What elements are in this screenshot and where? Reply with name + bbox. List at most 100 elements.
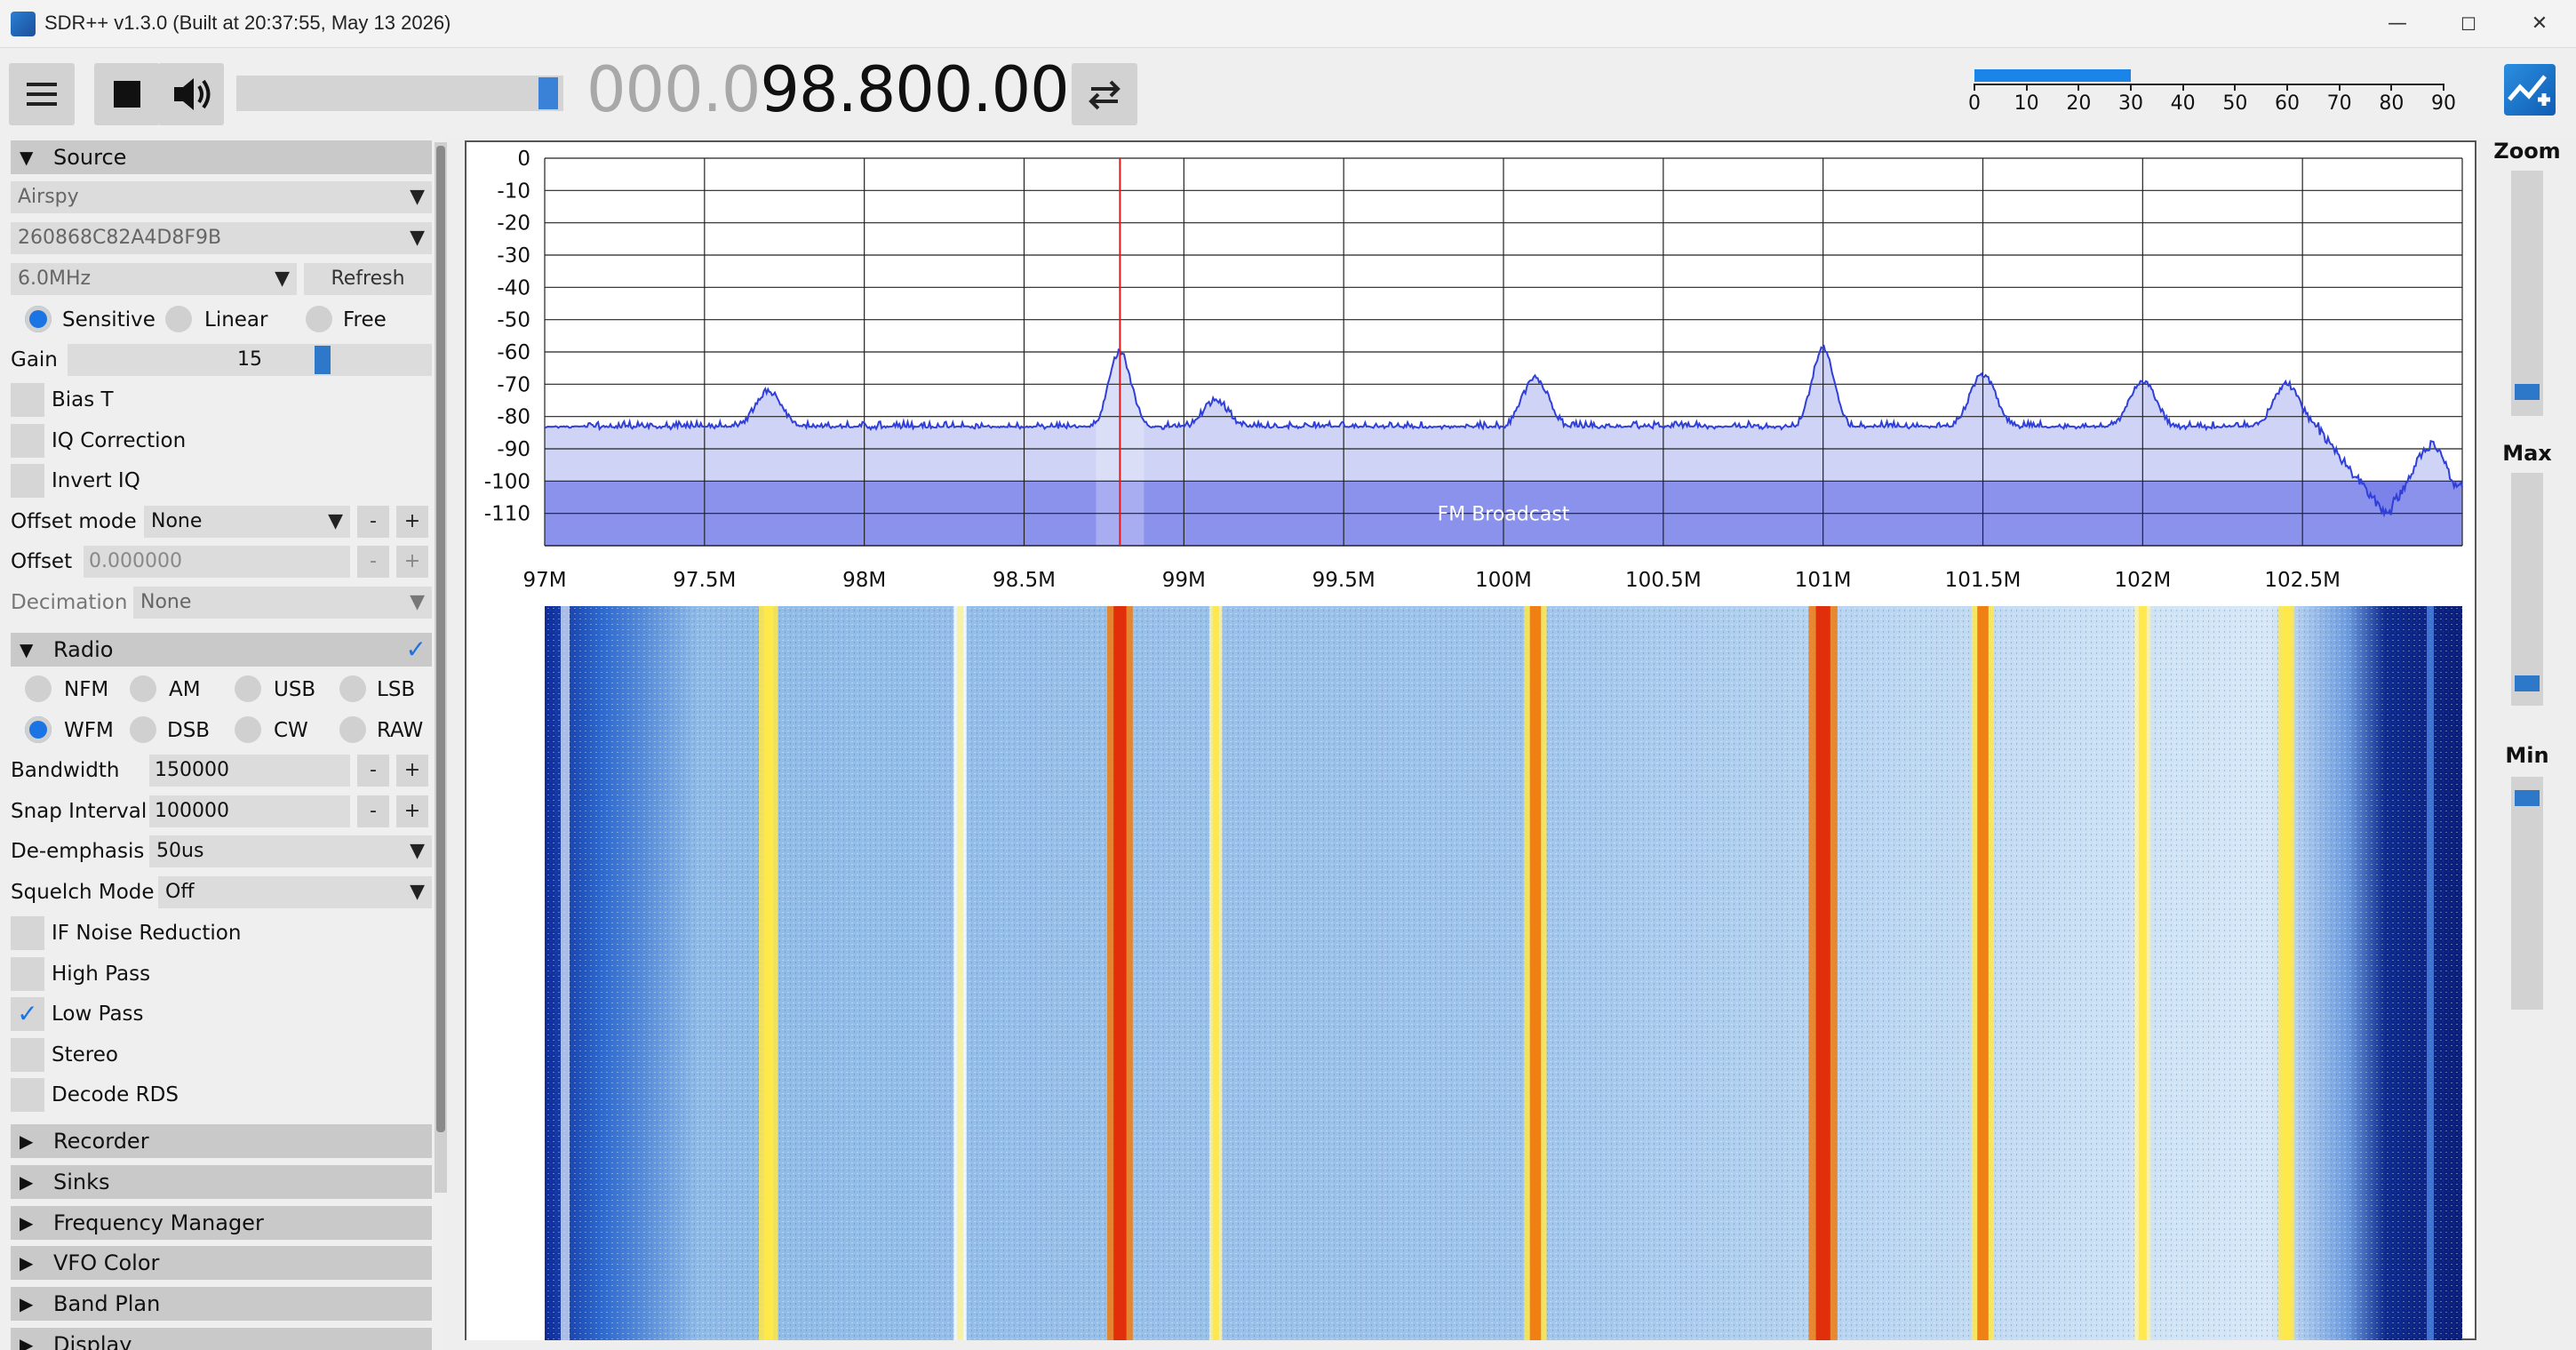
decode-rds-checkbox[interactable] [11, 1078, 44, 1112]
dropdown-arrow-icon: ▼ [410, 881, 425, 903]
mode-am-label: AM [169, 678, 201, 701]
minimize-button[interactable]: — [2373, 7, 2422, 41]
mode-am-radio[interactable] [130, 675, 156, 702]
snr-meter-tick [2181, 84, 2184, 91]
stop-button[interactable] [94, 63, 160, 125]
gain-mode-linear-radio[interactable] [165, 306, 192, 332]
snap-interval-plus-button[interactable]: + [396, 795, 428, 827]
frequency-digits[interactable]: 98.800.000 [760, 53, 1108, 126]
waterfall-noise [545, 606, 2462, 1340]
app-logo-icon[interactable] [2504, 64, 2556, 116]
snap-interval-input[interactable]: 100000 [149, 795, 350, 827]
swap-button[interactable] [1072, 63, 1137, 125]
waterfall-station-trace [1529, 606, 1542, 1340]
radio-section-header[interactable]: ▼ Radio ✓ [11, 633, 432, 667]
menu-button[interactable] [9, 63, 75, 125]
mode-lsb-radio[interactable] [339, 675, 366, 702]
gain-mode-sensitive-label: Sensitive [62, 308, 156, 332]
fft-spectrum-chart[interactable]: 0 -10 -20 -30 -40 -50 -60 -70 -80 -90 -100 -110 97M 9… [467, 142, 2475, 606]
snr-meter-scale [1974, 84, 2444, 85]
decimation-label: Decimation [11, 591, 128, 614]
zoom-slider-thumb[interactable] [2515, 384, 2540, 400]
volume-slider[interactable] [236, 76, 563, 111]
zoom-slider[interactable] [2511, 171, 2543, 416]
gain-mode-sensitive-radio[interactable] [25, 306, 52, 332]
frequency-leading-digits[interactable]: 000.0 [586, 53, 761, 126]
offset-minus-button[interactable]: - [357, 546, 389, 578]
band-plan-section-header[interactable]: ▶ Band Plan [11, 1287, 432, 1321]
collapsed-arrow-icon: ▶ [20, 1293, 34, 1314]
mode-nfm-radio[interactable] [25, 675, 52, 702]
iq-correction-checkbox[interactable] [11, 424, 44, 458]
max-slider[interactable] [2511, 473, 2543, 706]
source-serial-select[interactable]: 260868C82A4D8F9B ▼ [11, 222, 432, 254]
snr-meter-tick-label: 40 [2170, 92, 2196, 115]
snr-meter-tick [2025, 84, 2028, 91]
volume-button[interactable] [158, 63, 224, 125]
gain-mode-free-radio[interactable] [306, 306, 332, 332]
max-slider-thumb[interactable] [2515, 675, 2540, 691]
fft-spectrum-panel[interactable]: 0 -10 -20 -30 -40 -50 -60 -70 -80 -90 -100 -110 97M 9… [465, 140, 2476, 608]
bandwidth-input[interactable]: 150000 [149, 755, 350, 787]
display-section-header[interactable]: ▶ Display [11, 1328, 432, 1350]
sinks-section-header[interactable]: ▶ Sinks [11, 1165, 432, 1199]
offset-mode-plus-button[interactable]: + [396, 506, 428, 538]
source-serial-value: 260868C82A4D8F9B [18, 227, 222, 249]
frequency-manager-section-header[interactable]: ▶ Frequency Manager [11, 1206, 432, 1240]
squelch-mode-select[interactable]: Off ▼ [158, 876, 432, 908]
offset-input[interactable]: 0.000000 [84, 546, 350, 578]
low-pass-checkbox[interactable]: ✓ [11, 997, 44, 1031]
dropdown-arrow-icon: ▼ [410, 840, 425, 862]
mode-wfm-radio[interactable] [25, 716, 52, 743]
maximize-button[interactable]: ☐ [2444, 7, 2493, 41]
snr-meter-tick [2234, 84, 2237, 91]
snr-meter-tick-label: 10 [2014, 92, 2039, 115]
snr-meter-tick [2130, 84, 2132, 91]
source-device-select[interactable]: Airspy ▼ [11, 181, 432, 213]
gain-slider[interactable]: 15 [68, 344, 432, 376]
deemphasis-value: 50us [156, 840, 204, 862]
x-tick-label: 98.5M [993, 569, 1056, 592]
waterfall-edge-speckle [561, 606, 570, 1340]
y-tick-label: -30 [497, 244, 530, 268]
stop-icon [114, 81, 140, 108]
snap-interval-label: Snap Interval [11, 800, 148, 823]
vfo-color-section-header[interactable]: ▶ VFO Color [11, 1246, 432, 1280]
y-tick-label: -40 [497, 276, 530, 300]
volume-slider-thumb[interactable] [538, 77, 558, 109]
mode-cw-radio[interactable] [235, 716, 261, 743]
waterfall-image[interactable] [467, 606, 2475, 1340]
offset-mode-select[interactable]: None ▼ [144, 506, 350, 538]
invert-iq-checkbox[interactable] [11, 464, 44, 498]
frequency-display[interactable]: 000.098.800.000 [586, 50, 1108, 130]
offset-plus-button[interactable]: + [396, 546, 428, 578]
min-slider-thumb[interactable] [2515, 790, 2540, 806]
dropdown-arrow-icon: ▼ [410, 227, 425, 249]
vfo-color-section-title: VFO Color [53, 1250, 160, 1275]
gain-slider-thumb[interactable] [315, 346, 331, 374]
mode-raw-radio[interactable] [339, 716, 366, 743]
bandwidth-minus-button[interactable]: - [357, 755, 389, 787]
offset-mode-minus-button[interactable]: - [357, 506, 389, 538]
y-tick-label: -80 [497, 406, 530, 429]
samplerate-select[interactable]: 6.0MHz ▼ [11, 263, 297, 295]
stereo-checkbox[interactable] [11, 1038, 44, 1072]
bias-t-checkbox[interactable] [11, 383, 44, 417]
refresh-button[interactable]: Refresh [304, 263, 432, 295]
deemphasis-select[interactable]: 50us ▼ [149, 835, 432, 867]
waterfall-display[interactable] [465, 606, 2476, 1340]
high-pass-checkbox[interactable] [11, 957, 44, 991]
radio-enable-check-icon[interactable]: ✓ [406, 633, 427, 667]
bandwidth-plus-button[interactable]: + [396, 755, 428, 787]
close-button[interactable]: ✕ [2515, 7, 2564, 41]
recorder-section-header[interactable]: ▶ Recorder [11, 1124, 432, 1158]
x-tick-label: 100.5M [1625, 569, 1702, 592]
decimation-select[interactable]: None ▼ [133, 587, 432, 619]
side-menu-scroll-thumb[interactable] [436, 146, 445, 1132]
snap-interval-minus-button[interactable]: - [357, 795, 389, 827]
source-section-header[interactable]: ▼ Source [11, 140, 432, 174]
mode-dsb-radio[interactable] [130, 716, 156, 743]
mode-usb-radio[interactable] [235, 675, 261, 702]
min-slider[interactable] [2511, 777, 2543, 1010]
if-noise-reduction-checkbox[interactable] [11, 916, 44, 950]
